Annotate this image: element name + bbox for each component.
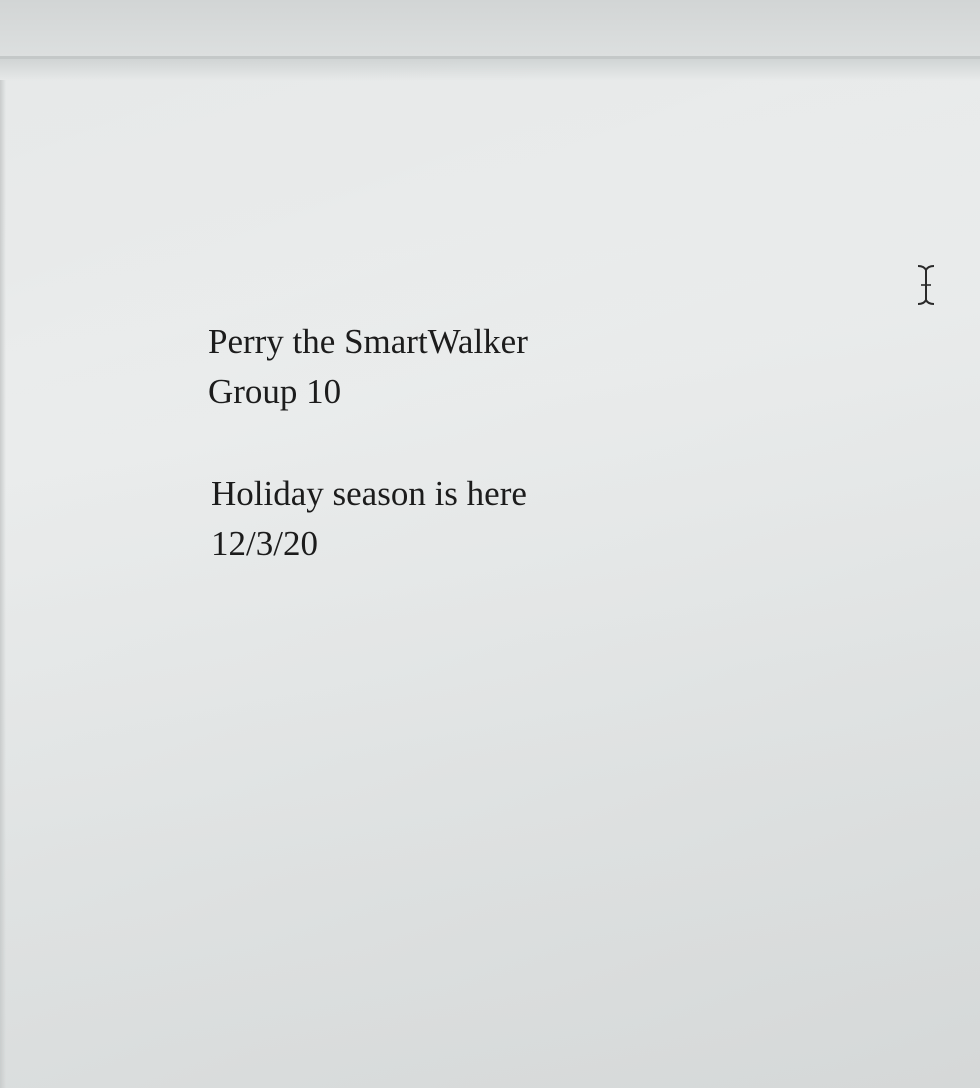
- page-top-shadow: [0, 59, 980, 81]
- group-number-line[interactable]: Group 10: [208, 367, 528, 417]
- page-left-edge: [0, 80, 6, 1088]
- entry-text-block[interactable]: Holiday season is here 12/3/20: [211, 469, 527, 569]
- project-name-line[interactable]: Perry the SmartWalker: [208, 317, 528, 367]
- window-top-area: [0, 0, 980, 56]
- title-text-block[interactable]: Perry the SmartWalker Group 10: [208, 317, 528, 417]
- document-page[interactable]: [0, 59, 980, 1088]
- entry-heading-line[interactable]: Holiday season is here: [211, 469, 527, 519]
- i-beam-cursor-icon: [917, 265, 935, 305]
- entry-date-line[interactable]: 12/3/20: [211, 519, 527, 569]
